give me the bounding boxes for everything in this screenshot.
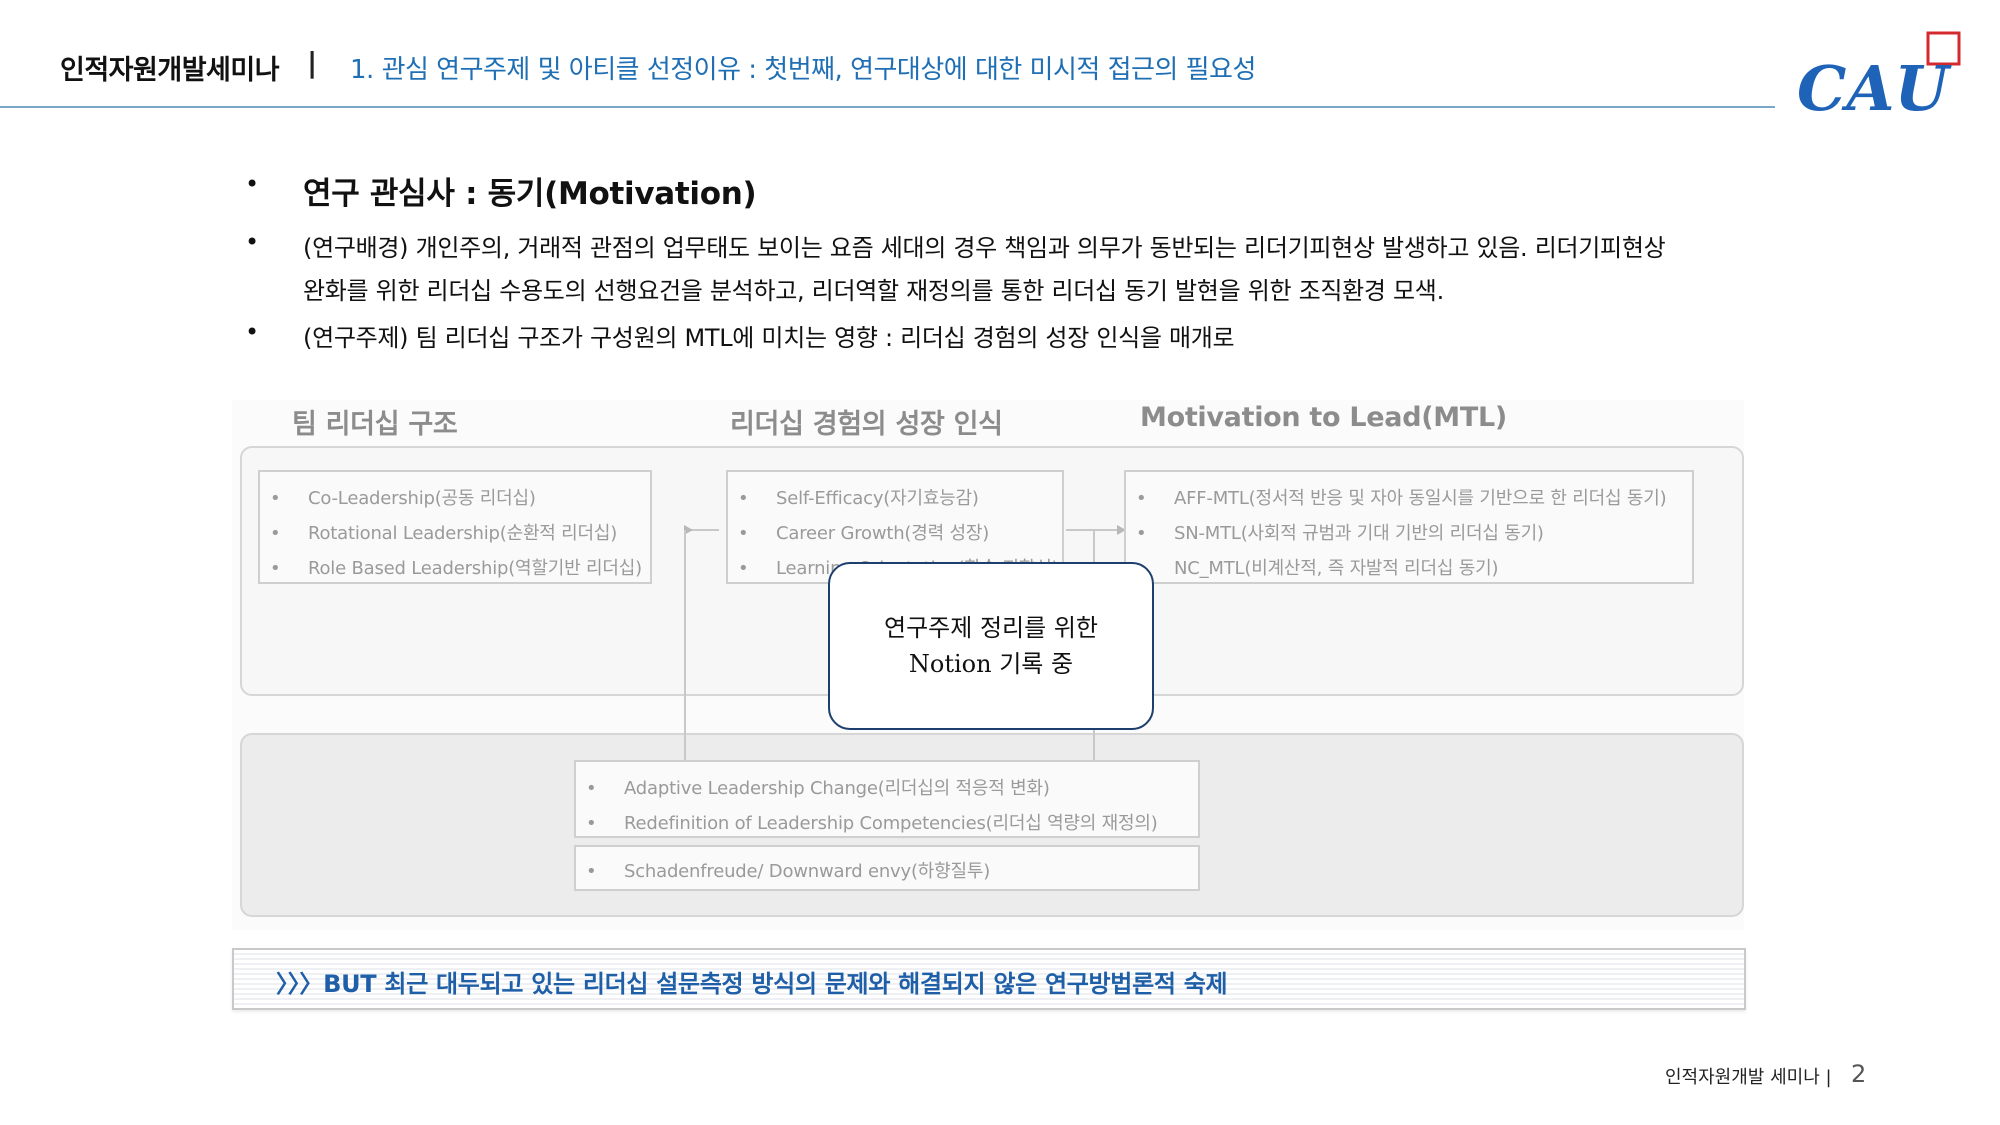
bullet-dot: • [245,170,260,198]
footer-label: 인적자원개발 세미나 | [1665,1067,1832,1088]
box-mtl: • AFF-MTL(정서적 반응 및 자아 동일시를 기반으로 한 리더십 동기)… [1124,470,1694,584]
logo-text: CAU [1797,52,1952,125]
page-number: 2 [1851,1060,1867,1088]
box-downward-envy: • Schadenfreude/ Downward envy(하향질투) [574,845,1200,891]
list-item: • Redefinition of Leadership Competencies… [586,813,1158,834]
connector-line [684,530,686,766]
header-divider [0,106,1775,108]
but-callout-box: 〉〉〉BUT 최근 대두되고 있는 리더십 설문측정 방식의 문제와 해결되지 … [232,948,1746,1010]
list-item: • Co-Leadership(공동 리더십) [270,488,536,509]
list-item: • Self-Efficacy(자기효능감) [738,488,979,509]
bullet-text: (연구주제) 팀 리더십 구조가 구성원의 MTL에 미치는 영향 : 리더십 … [303,324,1235,352]
notion-note-box: 연구주제 정리를 위한 Notion 기록 중 [828,562,1154,730]
note-line: Notion 기록 중 [908,650,1074,678]
column-header-mtl: Motivation to Lead(MTL) [1140,402,1507,433]
box-leadership-change: • Adaptive Leadership Change(리더십의 적응적 변화)… [574,760,1200,838]
list-item: • SN-MTL(사회적 규범과 기대 기반의 리더십 동기) [1136,523,1544,544]
list-item: • AFF-MTL(정서적 반응 및 자아 동일시를 기반으로 한 리더십 동기) [1136,488,1667,509]
header-subtitle: 1. 관심 연구주제 및 아티클 선정이유 : 첫번째, 연구대상에 대한 미시… [350,55,1256,85]
list-item: • Schadenfreude/ Downward envy(하향질투) [586,861,991,882]
list-item: • Adaptive Leadership Change(리더십의 적응적 변화) [586,778,1050,799]
bullet-dot: • [245,228,260,256]
bullet-text: 연구 관심사 : 동기(Motivation) [303,176,757,212]
column-header-team-structure: 팀 리더십 구조 [292,409,458,440]
callout-text: 〉〉〉BUT 최근 대두되고 있는 리더십 설문측정 방식의 문제와 해결되지 … [276,970,1228,998]
bullet-text-continued: 완화를 위한 리더십 수용도의 선행요건을 분석하고, 리더역할 재정의를 통한… [303,277,1444,305]
list-item: • Role Based Leadership(역할기반 리더십) [270,558,642,579]
bullet-dot: • [245,318,260,346]
header-title: 인적자원개발세미나 [60,55,280,86]
header-separator: | [307,46,318,79]
list-item: • Rotational Leadership(순환적 리더십) [270,523,618,544]
bullet-text: (연구배경) 개인주의, 거래적 관점의 업무태도 보이는 요즘 세대의 경우 … [303,234,1666,262]
note-line: 연구주제 정리를 위한 [884,614,1098,642]
list-item: •NC_MTL(비계산적, 즉 자발적 리더십 동기) [1136,558,1499,579]
cau-logo: CAU [1797,31,1961,125]
list-item: • Career Growth(경력 성장) [738,523,990,544]
column-header-growth-perception: 리더십 경험의 성장 인식 [730,409,1003,440]
box-team-leadership-structure: • Co-Leadership(공동 리더십) • Rotational Leade… [258,470,652,584]
